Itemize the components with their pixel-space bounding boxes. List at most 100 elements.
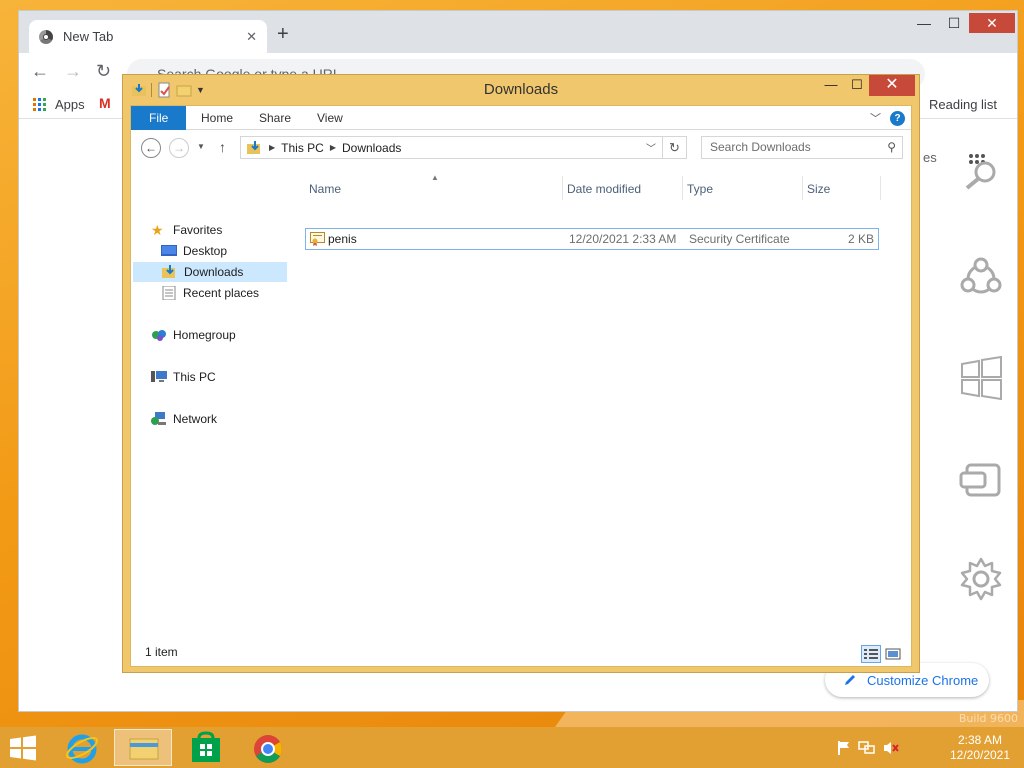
- nav-homegroup-label: Homegroup: [173, 328, 236, 342]
- nav-desktop[interactable]: Desktop: [161, 241, 227, 261]
- windows-start-icon[interactable]: [8, 735, 38, 761]
- nav-favorites[interactable]: ★ Favorites: [151, 220, 222, 240]
- file-size: 2 KB: [847, 232, 874, 246]
- chrome-tab-new-tab[interactable]: New Tab ✕: [29, 20, 267, 53]
- breadcrumb-this-pc[interactable]: This PC: [281, 141, 324, 155]
- up-arrow-icon[interactable]: ↑: [219, 139, 226, 155]
- nav-recent-places[interactable]: Recent places: [161, 283, 259, 303]
- apps-grid-icon: [33, 98, 46, 111]
- breadcrumb-downloads[interactable]: Downloads: [342, 141, 401, 155]
- address-bar[interactable]: ▶ This PC ▶ Downloads ﹀: [240, 136, 663, 159]
- help-icon[interactable]: ?: [890, 111, 905, 126]
- column-header-type[interactable]: Type: [683, 176, 803, 200]
- computer-icon: [151, 371, 167, 382]
- network-tray-icon[interactable]: [858, 740, 876, 756]
- downloads-folder-icon: [247, 140, 260, 154]
- certificate-icon: [310, 232, 325, 246]
- start-charm-icon[interactable]: [959, 356, 1003, 400]
- store-taskbar-button[interactable]: [176, 729, 234, 766]
- search-downloads-input[interactable]: Search Downloads ⚲: [701, 136, 903, 159]
- apps-label: Apps: [55, 97, 85, 112]
- back-button[interactable]: ←: [31, 61, 49, 82]
- action-center-flag-icon[interactable]: [836, 740, 852, 756]
- chrome-close-button[interactable]: ✕: [969, 13, 1015, 33]
- chrome-icon: [254, 735, 282, 763]
- explorer-title: Downloads: [483, 81, 559, 98]
- recent-places-icon: [162, 286, 176, 300]
- internet-explorer-taskbar-button[interactable]: [52, 729, 110, 766]
- address-dropdown-icon[interactable]: ﹀: [646, 140, 656, 155]
- nav-favorites-label: Favorites: [173, 223, 223, 237]
- expand-ribbon-icon[interactable]: ﹀: [870, 110, 881, 126]
- desktop-icon: [161, 245, 177, 256]
- back-arrow-icon[interactable]: ←: [141, 138, 161, 158]
- ribbon-tab-file[interactable]: File: [131, 106, 187, 130]
- network-icon: [151, 412, 166, 425]
- chrome-minimize-button[interactable]: —: [909, 13, 939, 33]
- chrome-taskbar-button[interactable]: [238, 729, 296, 766]
- gmail-bookmark-icon[interactable]: M: [99, 95, 111, 111]
- chrome-maximize-button[interactable]: ☐: [939, 13, 969, 33]
- reading-list-button[interactable]: Reading list: [929, 97, 997, 112]
- large-icons-view-icon[interactable]: [883, 645, 903, 663]
- breadcrumb-separator-icon[interactable]: ▶: [330, 143, 336, 152]
- refresh-icon[interactable]: ↻: [663, 136, 687, 159]
- reload-button[interactable]: ↻: [96, 61, 111, 82]
- status-bar: 1 item: [131, 640, 911, 666]
- forward-arrow-icon[interactable]: →: [169, 138, 189, 158]
- ribbon-tab-share[interactable]: Share: [245, 106, 305, 130]
- nav-homegroup[interactable]: Homegroup: [151, 325, 236, 345]
- nav-this-pc-label: This PC: [173, 370, 216, 384]
- clock-date: 12/20/2021: [949, 748, 1011, 762]
- system-tray: [836, 740, 900, 756]
- item-count: 1 item: [145, 645, 178, 659]
- apps-bookmark[interactable]: Apps: [33, 97, 85, 112]
- ribbon-tab-view[interactable]: View: [303, 106, 357, 130]
- nav-network-label: Network: [173, 412, 218, 426]
- breadcrumb-separator-icon[interactable]: ▶: [269, 143, 275, 152]
- search-placeholder: Search Downloads: [710, 140, 811, 154]
- details-view-icon[interactable]: [861, 645, 881, 663]
- explorer-maximize-button[interactable]: ☐: [843, 75, 871, 96]
- downloads-folder-icon: [162, 265, 175, 278]
- file-list-header: ▲ Name Date modified Type Size: [305, 173, 881, 200]
- address-row: ← → ▼ ↑ ▶ This PC ▶ Downloads ﹀ ↻ Search…: [131, 130, 911, 166]
- nav-downloads[interactable]: Downloads: [133, 262, 287, 282]
- column-header-size[interactable]: Size: [803, 176, 881, 200]
- ribbon-tab-home[interactable]: Home: [187, 106, 247, 130]
- nav-recent-label: Recent places: [183, 286, 260, 300]
- taskbar-clock[interactable]: 2:38 AM 12/20/2021: [940, 733, 1020, 763]
- column-header-date[interactable]: Date modified: [563, 176, 683, 200]
- internet-explorer-icon: [65, 734, 99, 764]
- clock-time: 2:38 AM: [957, 733, 1003, 747]
- page-peek-text: es: [923, 150, 937, 165]
- search-icon: ⚲: [887, 140, 896, 154]
- file-type: Security Certificate: [689, 232, 790, 246]
- star-icon: ★: [151, 222, 164, 238]
- file-name: penis: [328, 232, 357, 246]
- settings-charm-icon[interactable]: [959, 557, 1003, 601]
- ribbon-tabs: File Home Share View ﹀ ?: [131, 106, 911, 130]
- search-charm-icon[interactable]: [959, 146, 1003, 190]
- file-explorer-taskbar-button[interactable]: [114, 729, 172, 766]
- explorer-window: ▼ Downloads — ☐ ✕ File Home Share View ﹀…: [122, 74, 920, 673]
- nav-network[interactable]: Network: [151, 409, 217, 429]
- recent-locations-icon[interactable]: ▼: [197, 142, 205, 151]
- forward-button[interactable]: →: [64, 61, 82, 82]
- explorer-minimize-button[interactable]: —: [817, 75, 845, 96]
- chrome-favicon-icon: [39, 29, 53, 44]
- tab-close-icon[interactable]: ✕: [246, 29, 257, 45]
- column-header-name[interactable]: Name: [305, 176, 563, 200]
- nav-this-pc[interactable]: This PC: [151, 367, 216, 387]
- navigation-pane: ★ Favorites Desktop Downloads Recent pla…: [131, 166, 291, 646]
- customize-chrome-label: Customize Chrome: [867, 672, 979, 688]
- new-tab-button[interactable]: +: [277, 24, 289, 44]
- volume-muted-icon[interactable]: [882, 740, 900, 756]
- file-explorer-icon: [129, 738, 159, 760]
- file-row[interactable]: penis 12/20/2021 2:33 AM Security Certif…: [305, 228, 879, 250]
- devices-charm-icon[interactable]: [959, 459, 1003, 503]
- nav-downloads-label: Downloads: [184, 265, 244, 279]
- explorer-close-button[interactable]: ✕: [869, 75, 915, 96]
- share-charm-icon[interactable]: [959, 257, 1003, 301]
- chrome-tab-title: New Tab: [63, 29, 114, 44]
